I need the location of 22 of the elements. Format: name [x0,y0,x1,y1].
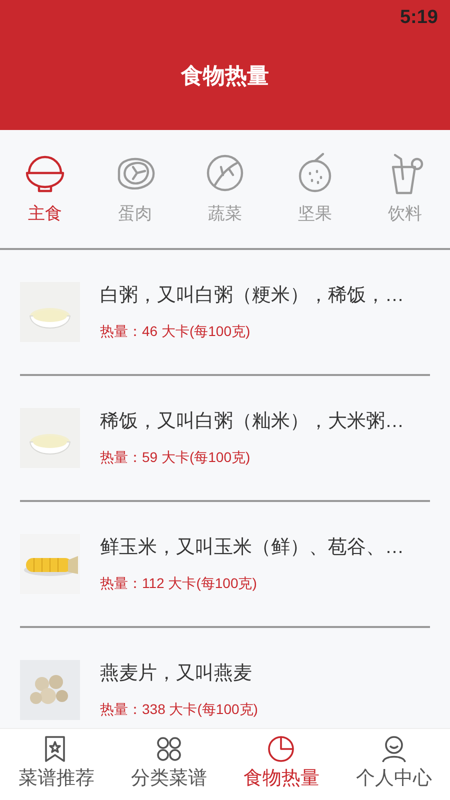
nav-tab[interactable]: 分类菜谱 [130,735,207,794]
category-tab[interactable]: 主食 [10,151,80,227]
calorie-text: 热量：338 大卡(每100克) [100,700,258,719]
calorie-text: 热量：46 大卡(每100克) [100,322,252,341]
food-name: 燕麦片，又叫燕麦 [100,662,253,686]
page-title: 食物热量 [181,62,269,90]
category-tab[interactable]: 饮料 [370,151,440,227]
status-time: 5:19 [400,6,438,30]
category-tab[interactable]: 坚果 [280,151,350,227]
calorie-text: 热量：112 大卡(每100克) [100,574,258,593]
food-name: 稀饭，又叫白粥（籼米），大米粥… [100,410,404,434]
four-circles-icon [154,735,183,764]
nav-tab[interactable]: 食物热量 [243,735,320,794]
nav-tab[interactable]: 菜谱推荐 [18,735,94,794]
person-icon [380,735,408,764]
food-name: 鲜玉米，又叫玉米（鲜）、苞谷、… [100,536,404,560]
category-tab[interactable]: 蔬菜 [190,151,260,227]
calorie-text: 热量：59 大卡(每100克) [100,448,252,467]
category-tab[interactable]: 蛋肉 [100,151,170,227]
pie-chart-icon [267,735,296,764]
food-name: 白粥，又叫白粥（粳米），稀饭，… [100,284,404,308]
nav-tab[interactable]: 个人中心 [356,735,432,794]
